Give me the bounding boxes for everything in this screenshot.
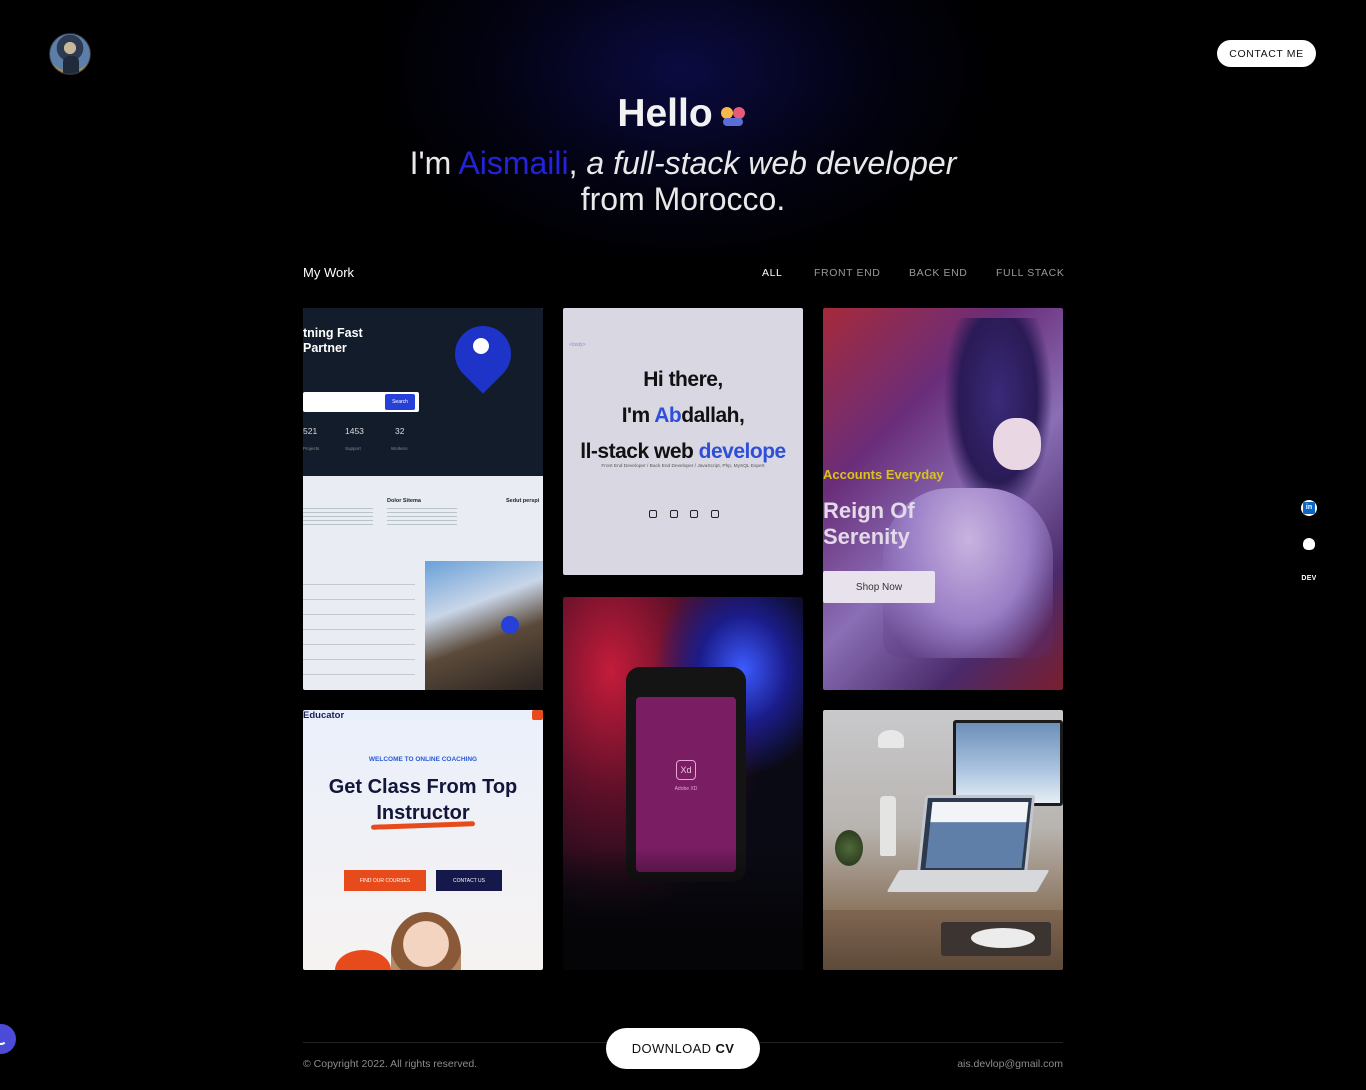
play-icon [501,616,519,634]
project-feature-text [303,508,373,528]
github-icon [669,510,678,518]
facebook-icon [690,510,699,518]
adobe-xd-icon: Xd [676,760,696,780]
hero-greeting: Hello [0,92,1366,136]
laptop-screen [925,802,1029,868]
plant-shape [835,830,863,866]
app-label: Adobe XD [674,786,698,792]
linkedin-icon [649,510,657,518]
filter-front-end[interactable]: FRONT END [814,267,880,279]
project-stat-label: Projects [303,446,320,451]
decor-blob [335,950,391,970]
project-heading: Hi there, I'm Abdallah, ll-stack web dev… [580,368,786,463]
instagram-icon [710,510,719,518]
project-text-lines [303,570,415,680]
project-welcome: WELCOME TO ONLINE COACHING [368,756,478,763]
contact-me-button[interactable]: CONTACT ME [1217,40,1316,67]
loading-icon [0,1024,16,1054]
hello-text: Hello [617,92,713,135]
phone-screen [636,697,736,872]
laptop-base [886,870,1050,892]
project-feature: Sedut perspi [506,498,540,504]
monitor-shape [953,720,1063,806]
avatar-figure [63,56,79,74]
project-card-workspace[interactable] [823,710,1063,970]
hero-location: from Morocco. [580,181,786,217]
download-cv-label: CV [715,1041,735,1056]
hero-name: Aismaili [458,145,569,181]
project-stat: 1453 [345,426,364,436]
project-brand: Educator [303,710,345,721]
download-cv-button[interactable]: DOWNLOAD CV [606,1028,760,1069]
doodle-text: <body> [569,342,586,348]
project-card-educator[interactable]: Educator WELCOME TO ONLINE COACHING Get … [303,710,543,970]
filter-all[interactable]: ALL [762,267,782,279]
instructor-photo [391,912,461,970]
project-stat-label: Support [345,446,361,451]
project-social-icons [649,510,719,520]
project-photo [425,561,543,690]
project-heading: Get Class From Top Instructor [328,776,518,824]
github-icon[interactable] [1301,536,1317,552]
project-feature: Dolor Sitema [387,498,421,504]
download-label: DOWNLOAD [631,1041,712,1056]
project-card-abdallah[interactable]: <body> Hi there, I'm Abdallah, ll-stack … [563,308,803,575]
copyright-text: © Copyright 2022. All rights reserved. [303,1058,478,1070]
project-search-button: Search [385,394,415,410]
hero-intro: I'm Aismaili, a full-stack web developer [0,145,1366,182]
avatar[interactable] [49,33,91,75]
project-heading: tning Fast Partner [303,326,363,355]
lamp-shape [878,730,904,748]
project-card-adobe-xd[interactable]: Xd Adobe XD [563,597,803,970]
project-feature-text [387,508,457,528]
bottle-shape [880,796,896,856]
project-subtitle: Front End Developer / Back End Developer… [601,464,765,469]
character-face [993,418,1041,470]
project-accent: Accounts Everyday [823,467,944,482]
hero-comma: , [568,145,587,181]
hero-im: I'm [409,145,459,181]
mouse-shape [971,928,1035,948]
contact-us-button: CONTACT US [436,870,502,891]
dev-icon[interactable]: DEV [1301,570,1317,586]
people-emoji-icon [719,103,749,129]
project-card-lightning[interactable]: tning Fast Partner Search 521 1453 32 Pro… [303,308,543,690]
find-courses-button: FIND OUR COURSES [344,870,426,891]
section-title: My Work [303,265,355,280]
hero-role: a full-stack web developer [586,145,957,181]
bottom-shade [563,847,803,970]
filter-full-stack[interactable]: FULL STACK [996,267,1064,279]
footer-email[interactable]: ais.devlop@gmail.com [957,1058,1063,1070]
project-stat: 32 [395,426,405,436]
project-stat-label: Workers [391,446,408,451]
linkedin-icon[interactable]: in [1301,500,1317,516]
project-stat: 521 [303,426,318,436]
project-heading: Reign Of Serenity [823,498,915,549]
filter-back-end[interactable]: BACK END [909,267,967,279]
project-card-serenity[interactable]: Accounts Everyday Reign Of Serenity Shop … [823,308,1063,690]
menu-icon [532,710,543,720]
shop-now-button: Shop Now [823,571,935,603]
map-pin-dot [473,338,489,354]
